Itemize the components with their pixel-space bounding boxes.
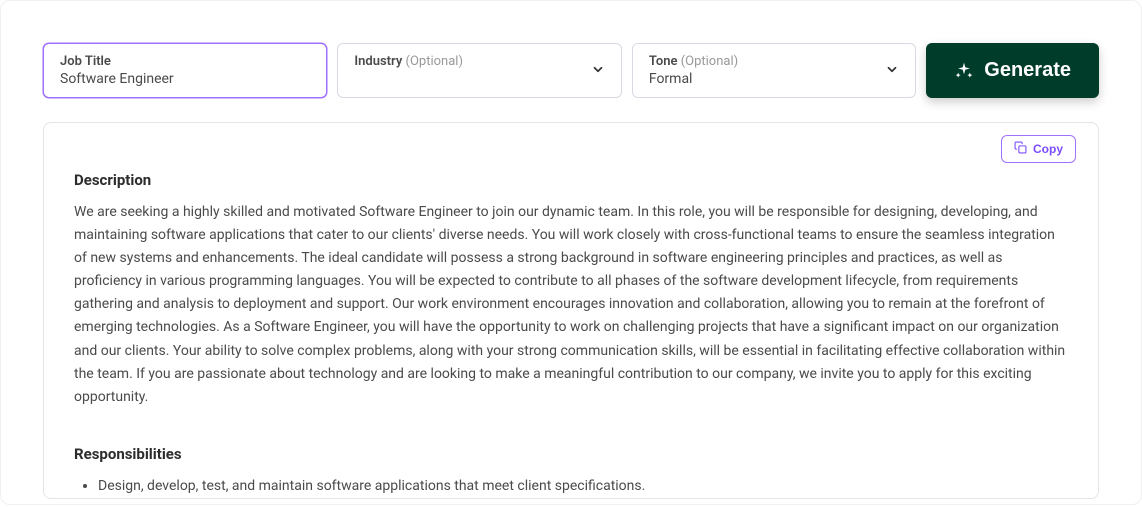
copy-button[interactable]: Copy [1001, 135, 1076, 163]
input-row: Job Title Software Engineer Industry (Op… [43, 43, 1099, 98]
copy-label: Copy [1033, 142, 1063, 156]
chevron-down-icon [591, 61, 605, 80]
description-heading: Description [74, 171, 1068, 189]
output-card: Copy Description We are seeking a highly… [43, 122, 1099, 499]
job-title-value: Software Engineer [60, 71, 310, 87]
chevron-down-icon [885, 61, 899, 80]
tone-label: Tone (Optional) [649, 54, 899, 69]
industry-field[interactable]: Industry (Optional) [337, 43, 621, 98]
copy-icon [1014, 141, 1027, 157]
industry-label: Industry (Optional) [354, 54, 604, 69]
responsibilities-heading: Responsibilities [74, 445, 1068, 463]
list-item: Design, develop, test, and maintain soft… [98, 475, 1068, 498]
generate-label: Generate [984, 59, 1071, 82]
sparkle-icon [954, 61, 974, 81]
page-container: Job Title Software Engineer Industry (Op… [0, 0, 1142, 505]
tone-value: Formal [649, 71, 899, 87]
tone-field[interactable]: Tone (Optional) Formal [632, 43, 916, 98]
job-title-field[interactable]: Job Title Software Engineer [43, 43, 327, 98]
job-title-label: Job Title [60, 54, 310, 69]
responsibilities-list: Design, develop, test, and maintain soft… [74, 475, 1068, 498]
description-body: We are seeking a highly skilled and moti… [74, 201, 1068, 409]
generate-button[interactable]: Generate [926, 43, 1099, 98]
